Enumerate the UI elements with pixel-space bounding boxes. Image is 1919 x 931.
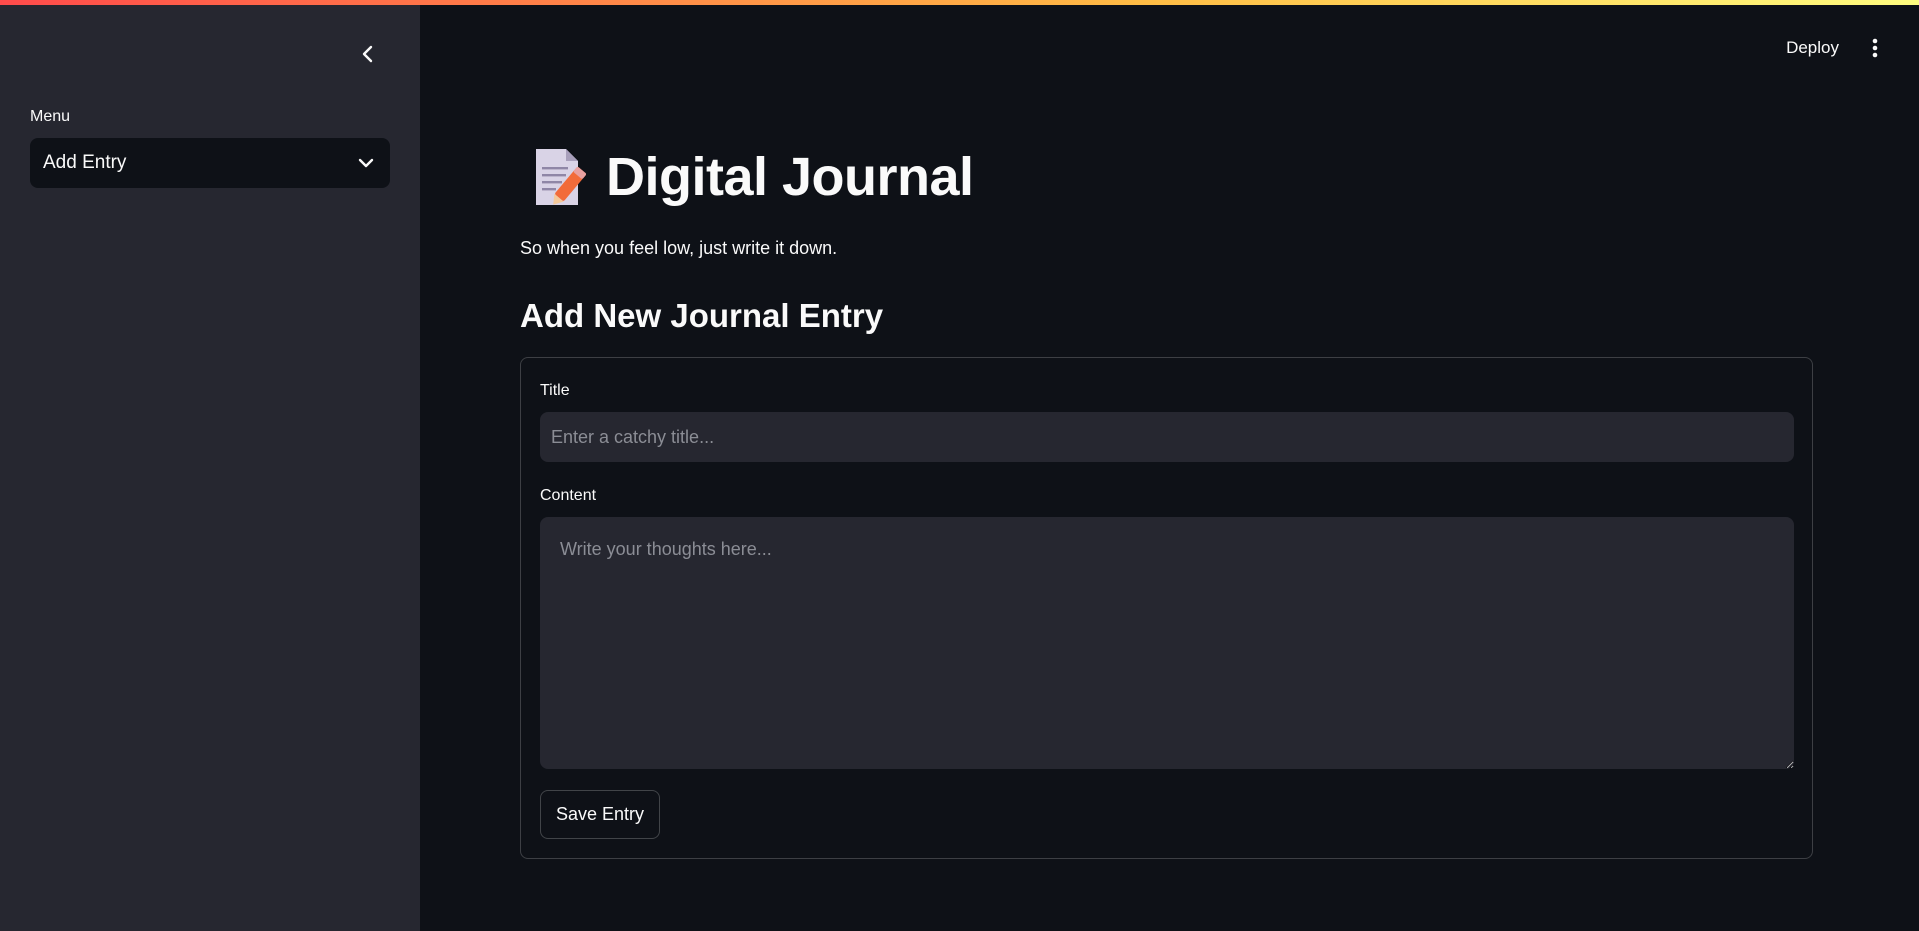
save-entry-button[interactable]: Save Entry bbox=[540, 790, 661, 839]
content-textarea[interactable] bbox=[540, 517, 1794, 769]
content-field-label: Content bbox=[540, 487, 597, 504]
section-heading: Add New Journal Entry bbox=[520, 297, 884, 334]
page-subtitle: So when you feel low, just write it down… bbox=[520, 238, 838, 258]
title-field-label: Title bbox=[540, 382, 570, 399]
journal-entry-form: Title Content Save Entry bbox=[520, 357, 1813, 859]
sidebar: Menu Add Entry bbox=[0, 0, 420, 931]
chevron-left-icon bbox=[362, 45, 373, 63]
collapse-sidebar-button[interactable] bbox=[354, 40, 382, 68]
chevron-down-icon bbox=[358, 158, 374, 168]
menu-select-value: Add Entry bbox=[43, 152, 127, 173]
main-content: Digital Journal So when you feel low, ju… bbox=[520, 0, 1813, 931]
main-menu-button[interactable] bbox=[1865, 34, 1885, 62]
top-decoration-bar bbox=[0, 0, 1919, 5]
page-title-text: Digital Journal bbox=[606, 147, 974, 207]
menu-select[interactable]: Add Entry bbox=[30, 138, 390, 188]
vertical-ellipsis-icon bbox=[1872, 38, 1878, 58]
menu-label: Menu bbox=[30, 108, 71, 125]
memo-pencil-icon bbox=[536, 149, 586, 205]
page-title: Digital Journal bbox=[532, 146, 974, 208]
title-input[interactable] bbox=[540, 412, 1794, 462]
